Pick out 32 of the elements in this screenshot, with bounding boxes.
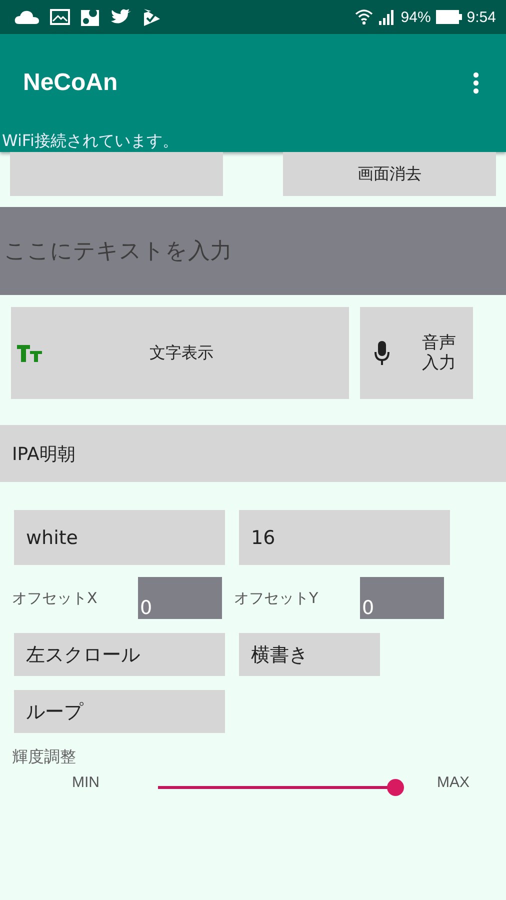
text-input[interactable]: ここにテキストを入力 bbox=[0, 207, 506, 295]
battery-percent: 94% bbox=[400, 8, 431, 26]
text-size-icon bbox=[16, 343, 44, 363]
microphone-icon bbox=[374, 340, 390, 366]
voice-input-button[interactable]: 音声入力 bbox=[360, 307, 473, 399]
color-field[interactable]: white bbox=[14, 510, 225, 565]
app-title: NeCoAn bbox=[23, 68, 118, 96]
image-icon bbox=[50, 9, 70, 25]
bird-icon bbox=[110, 8, 132, 26]
max-label: MAX bbox=[437, 774, 470, 790]
brightness-slider[interactable] bbox=[158, 778, 405, 796]
battery-icon bbox=[436, 10, 462, 24]
clock: 9:54 bbox=[466, 8, 496, 26]
offset-label: オフセットX bbox=[12, 588, 98, 608]
mode-button[interactable]: 左スクロール bbox=[14, 633, 225, 676]
more-menu-icon[interactable] bbox=[472, 72, 480, 94]
wifi-icon bbox=[354, 8, 373, 26]
mode-button[interactable]: 横書き bbox=[239, 633, 380, 676]
size-field[interactable]: 16 bbox=[239, 510, 450, 565]
loop-button[interactable]: ループ bbox=[14, 690, 225, 733]
min-label: MIN bbox=[72, 774, 100, 790]
clear-screen-button[interactable]: 画面消去 bbox=[283, 152, 496, 196]
check-flag-icon bbox=[142, 7, 162, 27]
cloud-icon bbox=[14, 9, 40, 25]
offset-field[interactable]: 0 bbox=[138, 577, 222, 619]
font-dropdown[interactable]: IPA明朝 bbox=[0, 425, 506, 482]
toast-message: WiFi接続されています。 bbox=[1, 131, 180, 152]
offset-label: オフセットY bbox=[234, 588, 320, 608]
signal-icon bbox=[378, 9, 396, 25]
brightness-label: 輝度調整 bbox=[12, 747, 77, 768]
show-text-button[interactable]: 文字表示 bbox=[11, 307, 349, 399]
offset-field[interactable]: 0 bbox=[360, 577, 444, 619]
